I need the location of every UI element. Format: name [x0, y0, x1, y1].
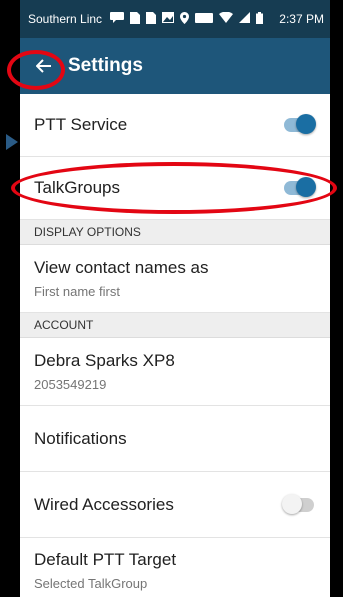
clock: 2:37 PM — [279, 12, 324, 26]
view-contact-names-row[interactable]: View contact names as First name first — [20, 245, 330, 313]
location-icon — [180, 11, 190, 27]
page-title: Settings — [68, 55, 143, 76]
battery-icon — [256, 11, 264, 27]
ptt-service-label: PTT Service — [34, 115, 128, 134]
app-bar: Settings — [20, 38, 330, 94]
image-icon — [162, 12, 175, 26]
vowifi-icon — [195, 12, 214, 26]
wired-accessories-label: Wired Accessories — [34, 494, 174, 514]
display-options-header: DISPLAY OPTIONS — [20, 220, 330, 245]
toggle-knob — [296, 114, 316, 134]
account-name: Debra Sparks XP8 — [34, 351, 175, 370]
view-contact-names-label: View contact names as — [34, 258, 209, 277]
wired-accessories-row[interactable]: Wired Accessories — [20, 472, 330, 538]
settings-screen: Southern Linc 2:37 PM Settings PTT Servi… — [20, 0, 330, 597]
signal-icon — [239, 12, 251, 26]
sim-icon — [146, 11, 157, 27]
default-ptt-target-row[interactable]: Default PTT Target Selected TalkGroup — [20, 538, 330, 597]
toggle-knob — [282, 493, 302, 514]
account-row[interactable]: Debra Sparks XP8 2053549219 — [20, 338, 330, 406]
default-ptt-target-label: Default PTT Target — [34, 550, 177, 569]
account-number: 2053549219 — [34, 377, 107, 392]
wired-accessories-toggle[interactable] — [282, 493, 314, 514]
notifications-row[interactable]: Notifications — [20, 406, 330, 472]
default-ptt-target-value: Selected TalkGroup — [34, 576, 148, 591]
toggle-knob — [296, 177, 316, 197]
ptt-service-toggle[interactable] — [284, 114, 316, 134]
view-contact-names-value: First name first — [34, 284, 120, 299]
sim-icon — [130, 11, 141, 27]
status-icons — [102, 11, 273, 27]
pointer-arrow-icon — [6, 134, 18, 150]
account-header: ACCOUNT — [20, 313, 330, 338]
status-bar: Southern Linc 2:37 PM — [20, 0, 330, 38]
talkgroups-row[interactable]: TalkGroups — [20, 157, 330, 220]
settings-list: PTT Service TalkGroups DISPLAY OPTIONS V… — [20, 94, 330, 597]
talkgroups-label: TalkGroups — [34, 178, 120, 197]
arrow-left-icon — [36, 59, 51, 73]
wifi-icon — [219, 11, 234, 26]
message-icon — [110, 12, 125, 26]
device-bezel — [330, 0, 343, 597]
carrier-name: Southern Linc — [28, 12, 103, 26]
talkgroups-toggle[interactable] — [284, 177, 316, 197]
back-button[interactable] — [20, 38, 68, 94]
notifications-label: Notifications — [34, 428, 127, 448]
ptt-service-row[interactable]: PTT Service — [20, 94, 330, 157]
